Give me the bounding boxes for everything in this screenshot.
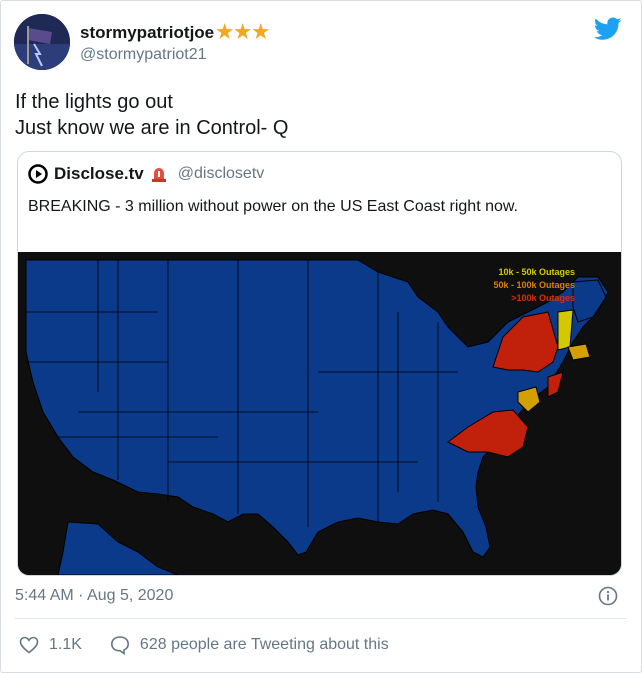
like-button[interactable]: 1.1K [19, 636, 82, 654]
map-legend: 10k - 50k Outages 50k - 100k Outages >10… [493, 266, 575, 305]
tweet-line: Just know we are in Control- Q [15, 117, 289, 139]
tweet-card: stormypatriotjoe ★★★ @stormypatriot21 If… [0, 0, 642, 673]
tweet-timestamp[interactable]: 5:44 AM · Aug 5, 2020 [15, 587, 173, 605]
outage-map-image[interactable]: 10k - 50k Outages 50k - 100k Outages >10… [18, 252, 621, 575]
tweeting-link[interactable]: 628 people are Tweeting about this [110, 635, 389, 655]
tweet-line: If the lights go out [15, 91, 173, 113]
quoted-account-name[interactable]: Disclose.tv [54, 164, 144, 184]
tweet-text: If the lights go out Just know we are in… [15, 89, 288, 141]
legend-item: 10k - 50k Outages [498, 267, 575, 277]
like-count: 1.1K [49, 636, 82, 653]
tweeting-text: 628 people are Tweeting about this [139, 636, 389, 653]
info-icon[interactable] [598, 586, 618, 606]
quoted-text: BREAKING - 3 million without power on th… [28, 198, 518, 215]
user-handle[interactable]: @stormypatriot21 [80, 46, 207, 64]
disclose-logo-icon [28, 164, 48, 184]
legend-item: 50k - 100k Outages [493, 280, 575, 290]
quoted-tweet[interactable]: Disclose.tv @disclosetv BREAKING - 3 mil… [17, 151, 622, 576]
quoted-tweet-header: Disclose.tv @disclosetv [28, 164, 264, 184]
star-icons: ★★★ [216, 22, 271, 43]
tweet-actions: 1.1K 628 people are Tweeting about this [19, 635, 389, 655]
divider [15, 618, 627, 619]
heart-icon [19, 636, 39, 654]
legend-item: >100k Outages [511, 293, 575, 303]
avatar[interactable] [14, 14, 70, 70]
display-name-row[interactable]: stormypatriotjoe ★★★ [80, 21, 270, 44]
twitter-bird-icon[interactable] [594, 17, 622, 41]
siren-icon [151, 168, 166, 182]
comment-icon [110, 636, 129, 655]
quoted-handle[interactable]: @disclosetv [178, 165, 265, 183]
display-name[interactable]: stormypatriotjoe [80, 23, 214, 43]
